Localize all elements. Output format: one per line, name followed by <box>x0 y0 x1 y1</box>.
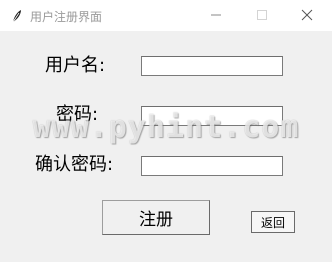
password-label: 密码: <box>56 104 99 125</box>
feather-icon <box>10 8 24 23</box>
confirm-password-input[interactable] <box>141 156 283 176</box>
username-label: 用户名: <box>45 55 106 76</box>
close-button[interactable] <box>286 0 330 31</box>
maximize-button[interactable] <box>241 0 285 31</box>
username-input[interactable] <box>141 56 283 76</box>
register-window: 用户注册界面 用户名: 密码: 确认密码: 注册 返回 www.pyhint.c… <box>0 0 332 262</box>
back-button[interactable]: 返回 <box>251 211 295 233</box>
maximize-icon <box>257 10 267 20</box>
confirm-password-label: 确认密码: <box>35 154 114 175</box>
window-title: 用户注册界面 <box>30 10 103 24</box>
close-icon <box>301 9 313 21</box>
register-button[interactable]: 注册 <box>102 200 210 235</box>
minimize-button[interactable] <box>195 0 239 31</box>
password-input[interactable] <box>141 106 283 126</box>
minimize-icon <box>211 14 221 16</box>
title-bar[interactable]: 用户注册界面 <box>0 0 332 31</box>
